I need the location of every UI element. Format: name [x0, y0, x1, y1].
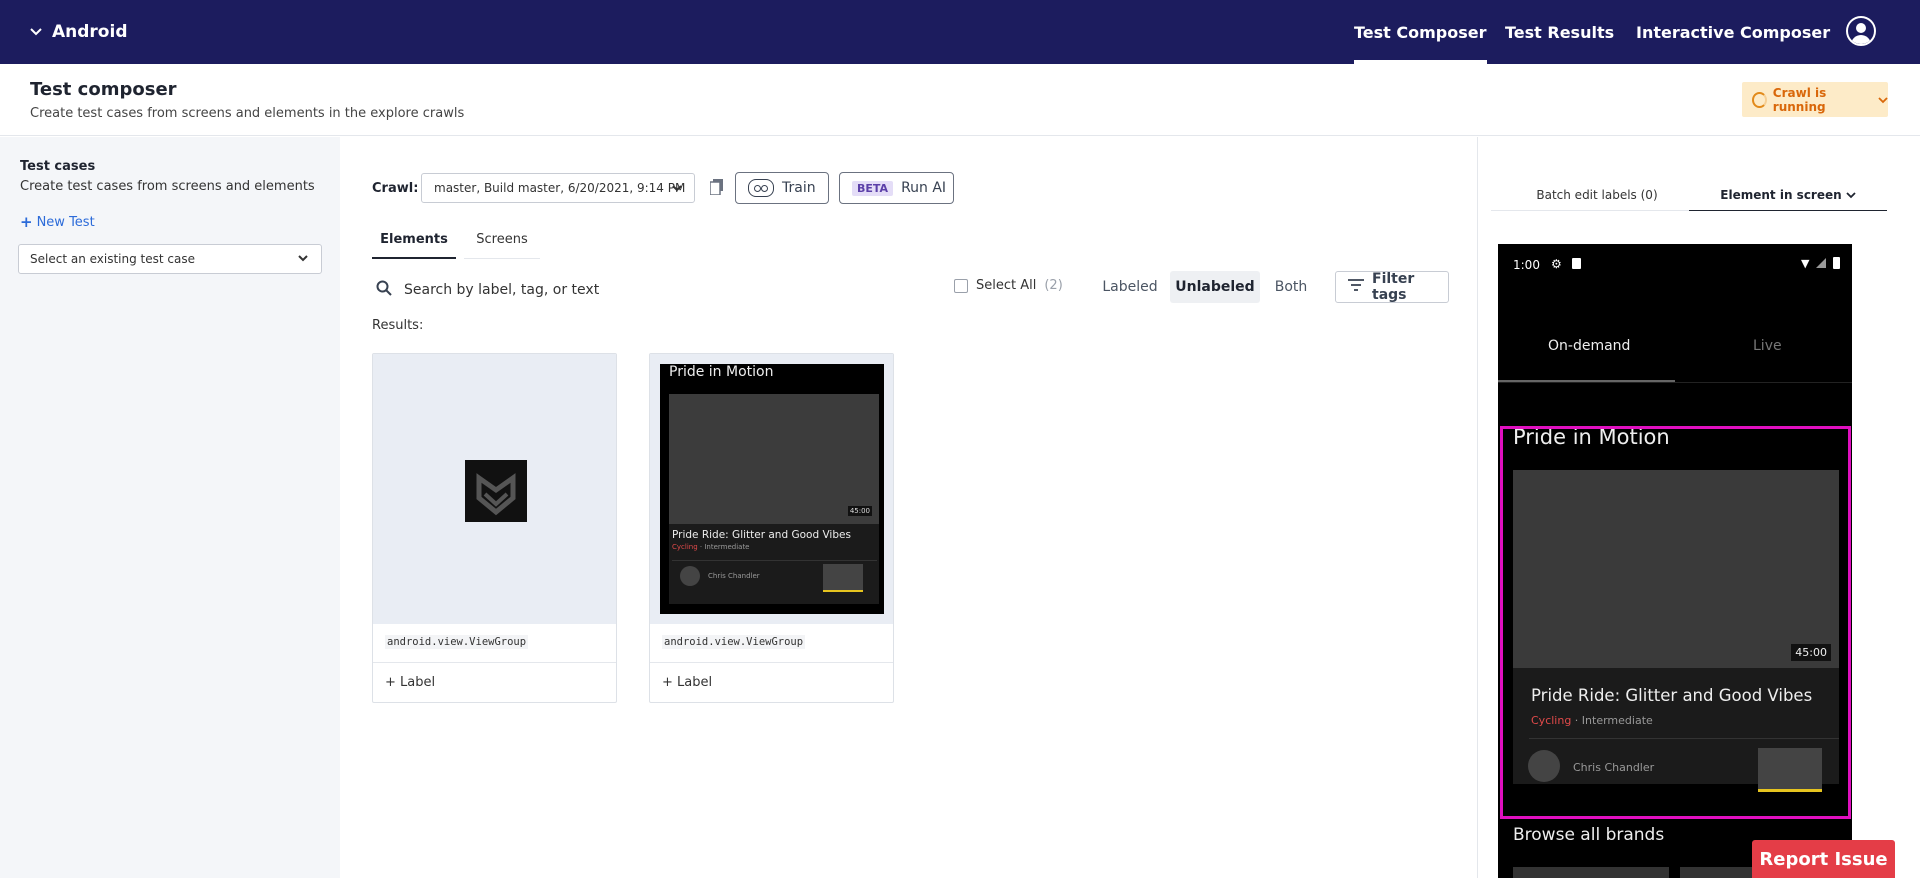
search-input[interactable] [404, 282, 764, 298]
element-class-name: android.view.ViewGroup [662, 635, 806, 649]
preview-image: 45:00 [669, 394, 879, 524]
nav-tab-test-results[interactable]: Test Results [1505, 0, 1614, 64]
filter-both[interactable]: Both [1266, 271, 1316, 303]
nav-tab-interactive-composer[interactable]: Interactive Composer [1636, 0, 1830, 64]
test-cases-title: Test cases [20, 159, 96, 174]
preview-instructor: Chris Chandler [708, 572, 760, 580]
brand-logo-icon [465, 460, 527, 522]
element-thumbnail: Pride in Motion 45:00 Pride Ride: Glitte… [650, 354, 893, 624]
crawl-status-dropdown[interactable]: Crawl is running [1742, 82, 1888, 117]
test-case-select[interactable]: Select an existing test case [18, 244, 322, 274]
add-label-button[interactable]: + Label [385, 675, 435, 690]
plus-icon: + [20, 213, 33, 231]
run-ai-button[interactable]: BETA Run AI [839, 172, 954, 204]
copy-icon[interactable] [709, 179, 726, 196]
card-divider [650, 662, 893, 663]
filter-unlabeled[interactable]: Unlabeled [1170, 271, 1260, 303]
tab-element-in-screen[interactable]: Element in screen [1689, 179, 1887, 211]
select-all-label: Select All [976, 278, 1037, 293]
element-detail-panel: Batch edit labels (0) Element in screen … [1477, 137, 1920, 878]
test-cases-description: Create test cases from screens and eleme… [20, 179, 315, 194]
run-ai-label: Run AI [901, 180, 947, 196]
train-label: Train [782, 180, 816, 196]
app-name: Android [52, 22, 128, 42]
preview-section-title: Pride in Motion [669, 364, 774, 380]
filter-tags-label: Filter tags [1372, 271, 1415, 303]
element-thumbnail [373, 354, 616, 624]
chevron-down-icon [670, 181, 684, 198]
chevron-down-icon [30, 25, 42, 39]
robot-icon [748, 179, 774, 197]
spinner-icon [1752, 91, 1767, 108]
preview-instructor-avatar [680, 566, 700, 586]
tab-screens[interactable]: Screens [464, 221, 540, 259]
wifi-icon: ▼ [1801, 257, 1810, 270]
gear-icon: ⚙ [1551, 257, 1562, 271]
crawl-status-label: Crawl is running [1772, 85, 1827, 114]
page-title: Test composer [30, 79, 177, 100]
tab-elements[interactable]: Elements [372, 221, 456, 259]
phone-browse-title: Browse all brands [1513, 825, 1665, 845]
sd-card-icon [1572, 258, 1581, 269]
phone-tab-on-demand: On-demand [1548, 338, 1631, 354]
train-button[interactable]: Train [735, 172, 829, 204]
select-all-count: (2) [1044, 278, 1063, 293]
preview-thumbnail [823, 564, 863, 592]
element-highlight [1500, 426, 1851, 819]
select-all-checkbox[interactable] [954, 278, 968, 293]
element-preview: Pride in Motion 45:00 Pride Ride: Glitte… [660, 364, 884, 614]
new-test-label: New Test [36, 214, 95, 230]
app-switcher[interactable]: Android [30, 0, 128, 64]
chevron-down-icon [297, 252, 309, 267]
status-time: 1:00 [1513, 258, 1540, 272]
beta-badge: BETA [852, 180, 894, 196]
top-nav: Android Test Composer Test Results Inter… [0, 0, 1920, 64]
phone-tab-live: Live [1753, 338, 1782, 354]
page-header: Test composer Create test cases from scr… [0, 64, 1920, 136]
search-box [376, 273, 796, 307]
results-label: Results: [372, 318, 424, 333]
crawl-select[interactable]: master, Build master, 6/20/2021, 9:14 PM [421, 173, 695, 203]
crawl-select-value: master, Build master, 6/20/2021, 9:14 PM [434, 181, 686, 195]
preview-class-title: Pride Ride: Glitter and Good Vibes [672, 529, 851, 541]
tab-batch-edit-labels[interactable]: Batch edit labels (0) [1491, 179, 1703, 211]
test-cases-panel: Test cases Create test cases from screen… [0, 137, 340, 878]
battery-icon [1833, 257, 1840, 269]
preview-category: Cycling · Intermediate [672, 543, 750, 551]
result-card[interactable]: Pride in Motion 45:00 Pride Ride: Glitte… [649, 353, 894, 703]
search-icon [376, 280, 392, 300]
filter-tags-button[interactable]: Filter tags [1335, 271, 1449, 303]
chevron-down-icon [1846, 188, 1856, 202]
nav-tab-test-composer[interactable]: Test Composer [1354, 0, 1487, 64]
chevron-down-icon [1878, 93, 1888, 107]
result-card[interactable]: android.view.ViewGroup + Label [372, 353, 617, 703]
tab-element-in-screen-label: Element in screen [1720, 187, 1842, 202]
preview-duration: 45:00 [847, 506, 872, 516]
card-divider [373, 662, 616, 663]
screen-preview: 1:00 ⚙ ▼ On-demand Live Pride in Motion … [1498, 244, 1852, 878]
page-subtitle: Create test cases from screens and eleme… [30, 106, 465, 121]
filter-labeled[interactable]: Labeled [1096, 271, 1164, 303]
report-issue-button[interactable]: Report Issue [1752, 840, 1895, 878]
new-test-link[interactable]: + New Test [20, 213, 95, 231]
main-content: Crawl: master, Build master, 6/20/2021, … [340, 137, 1477, 878]
crawl-label: Crawl: [372, 181, 419, 196]
filter-icon [1348, 279, 1364, 295]
signal-icon [1816, 258, 1826, 268]
user-avatar-icon[interactable] [1846, 16, 1876, 46]
element-class-name: android.view.ViewGroup [385, 635, 529, 649]
add-label-button[interactable]: + Label [662, 675, 712, 690]
test-case-select-placeholder: Select an existing test case [30, 252, 195, 266]
select-all[interactable]: Select All (2) [954, 278, 1063, 293]
